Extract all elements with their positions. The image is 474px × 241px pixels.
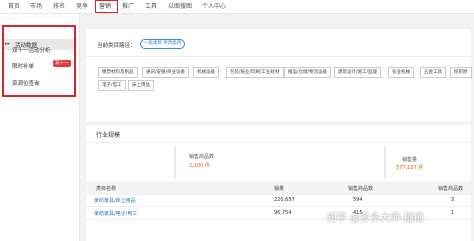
sidebar: ▸▸ 活动数据 双十一活动分析 双十一 限时补单 资源位查询 xyxy=(0,14,80,241)
category-chip[interactable]: 农业机械 xyxy=(388,67,414,78)
stat-separator xyxy=(384,147,386,178)
column-header[interactable]: 销售商品数 xyxy=(348,185,373,192)
table-cell: 1 xyxy=(451,210,455,216)
sales-volume-value: 577,107 件 xyxy=(396,165,424,171)
category-chip[interactable]: 电子/电工 xyxy=(98,80,126,91)
table-cell: 220,657 xyxy=(274,197,295,203)
category-chip[interactable]: 五金工具 xyxy=(420,67,446,78)
stat-separator xyxy=(174,147,176,178)
table-cell: 3 xyxy=(451,197,455,203)
category-panel: 当前类目路径： 一级类目 更改类目 橡塑材料及制品 通讯/安保/商业设备 机械设… xyxy=(86,29,472,121)
nav-competition[interactable]: 竞争 xyxy=(76,0,88,13)
nav-home[interactable]: 首页 xyxy=(8,0,20,13)
category-path-label: 当前类目路径： xyxy=(97,43,136,49)
table-cell: 96,754 xyxy=(274,210,292,216)
category-chip[interactable]: 橡塑材料及制品 xyxy=(98,67,138,78)
divider xyxy=(86,142,471,143)
section-title: 行业规模 xyxy=(96,132,121,139)
nav-ranking[interactable]: 排名 xyxy=(53,0,65,13)
nav-personal-center[interactable]: 个人中心 xyxy=(202,0,226,13)
category-chip[interactable]: 通讯/安保/商业设备 xyxy=(142,67,190,78)
nav-tools[interactable]: 工具 xyxy=(145,0,157,13)
category-chip[interactable]: 机械设备 xyxy=(193,67,219,78)
sales-volume-label: 销售量 xyxy=(402,157,418,163)
sidebar-highlight-box xyxy=(2,25,76,97)
category-link[interactable]: 家纺家具/床上用品 xyxy=(94,197,136,204)
change-category-button[interactable]: 一级类目 更改类目 xyxy=(140,39,186,49)
nav-promotion[interactable]: 推广 xyxy=(122,0,134,13)
sales-count-value: 2,200 件 xyxy=(189,163,210,169)
category-link[interactable]: 家纺家具/电子/电工 xyxy=(94,210,137,217)
watermark: 知乎 @多多大师-插插 xyxy=(327,213,424,224)
column-header[interactable]: 类目名称 xyxy=(96,185,116,192)
table-row: 家纺家具/床上用品 220,657 594 3 xyxy=(86,194,471,207)
category-chip[interactable]: 床上用品 xyxy=(128,80,154,91)
nav-highlight-box xyxy=(95,0,118,13)
category-chip[interactable]: 建筑设计/施工/监理 xyxy=(334,67,382,78)
category-chip[interactable]: 纺织原 xyxy=(450,67,472,78)
column-header[interactable]: 销量 xyxy=(274,185,284,192)
nav-image-search[interactable]: 以图搜图 xyxy=(168,0,192,13)
column-header[interactable]: 销售商品数 xyxy=(438,185,463,192)
nav-market[interactable]: 市场 xyxy=(30,0,42,13)
category-chip[interactable]: 包装/纸业/印刷/工业耗材 xyxy=(226,67,284,78)
sales-count-label: 销售商品数 xyxy=(189,154,215,160)
category-chip[interactable]: 搬运/仓储/物流设备 xyxy=(284,67,332,78)
table-cell: 594 xyxy=(353,197,363,203)
divider xyxy=(86,56,471,57)
top-nav: 首页 市场 排名 竞争 营销 推广 工具 以图搜图 个人中心 xyxy=(0,0,474,14)
